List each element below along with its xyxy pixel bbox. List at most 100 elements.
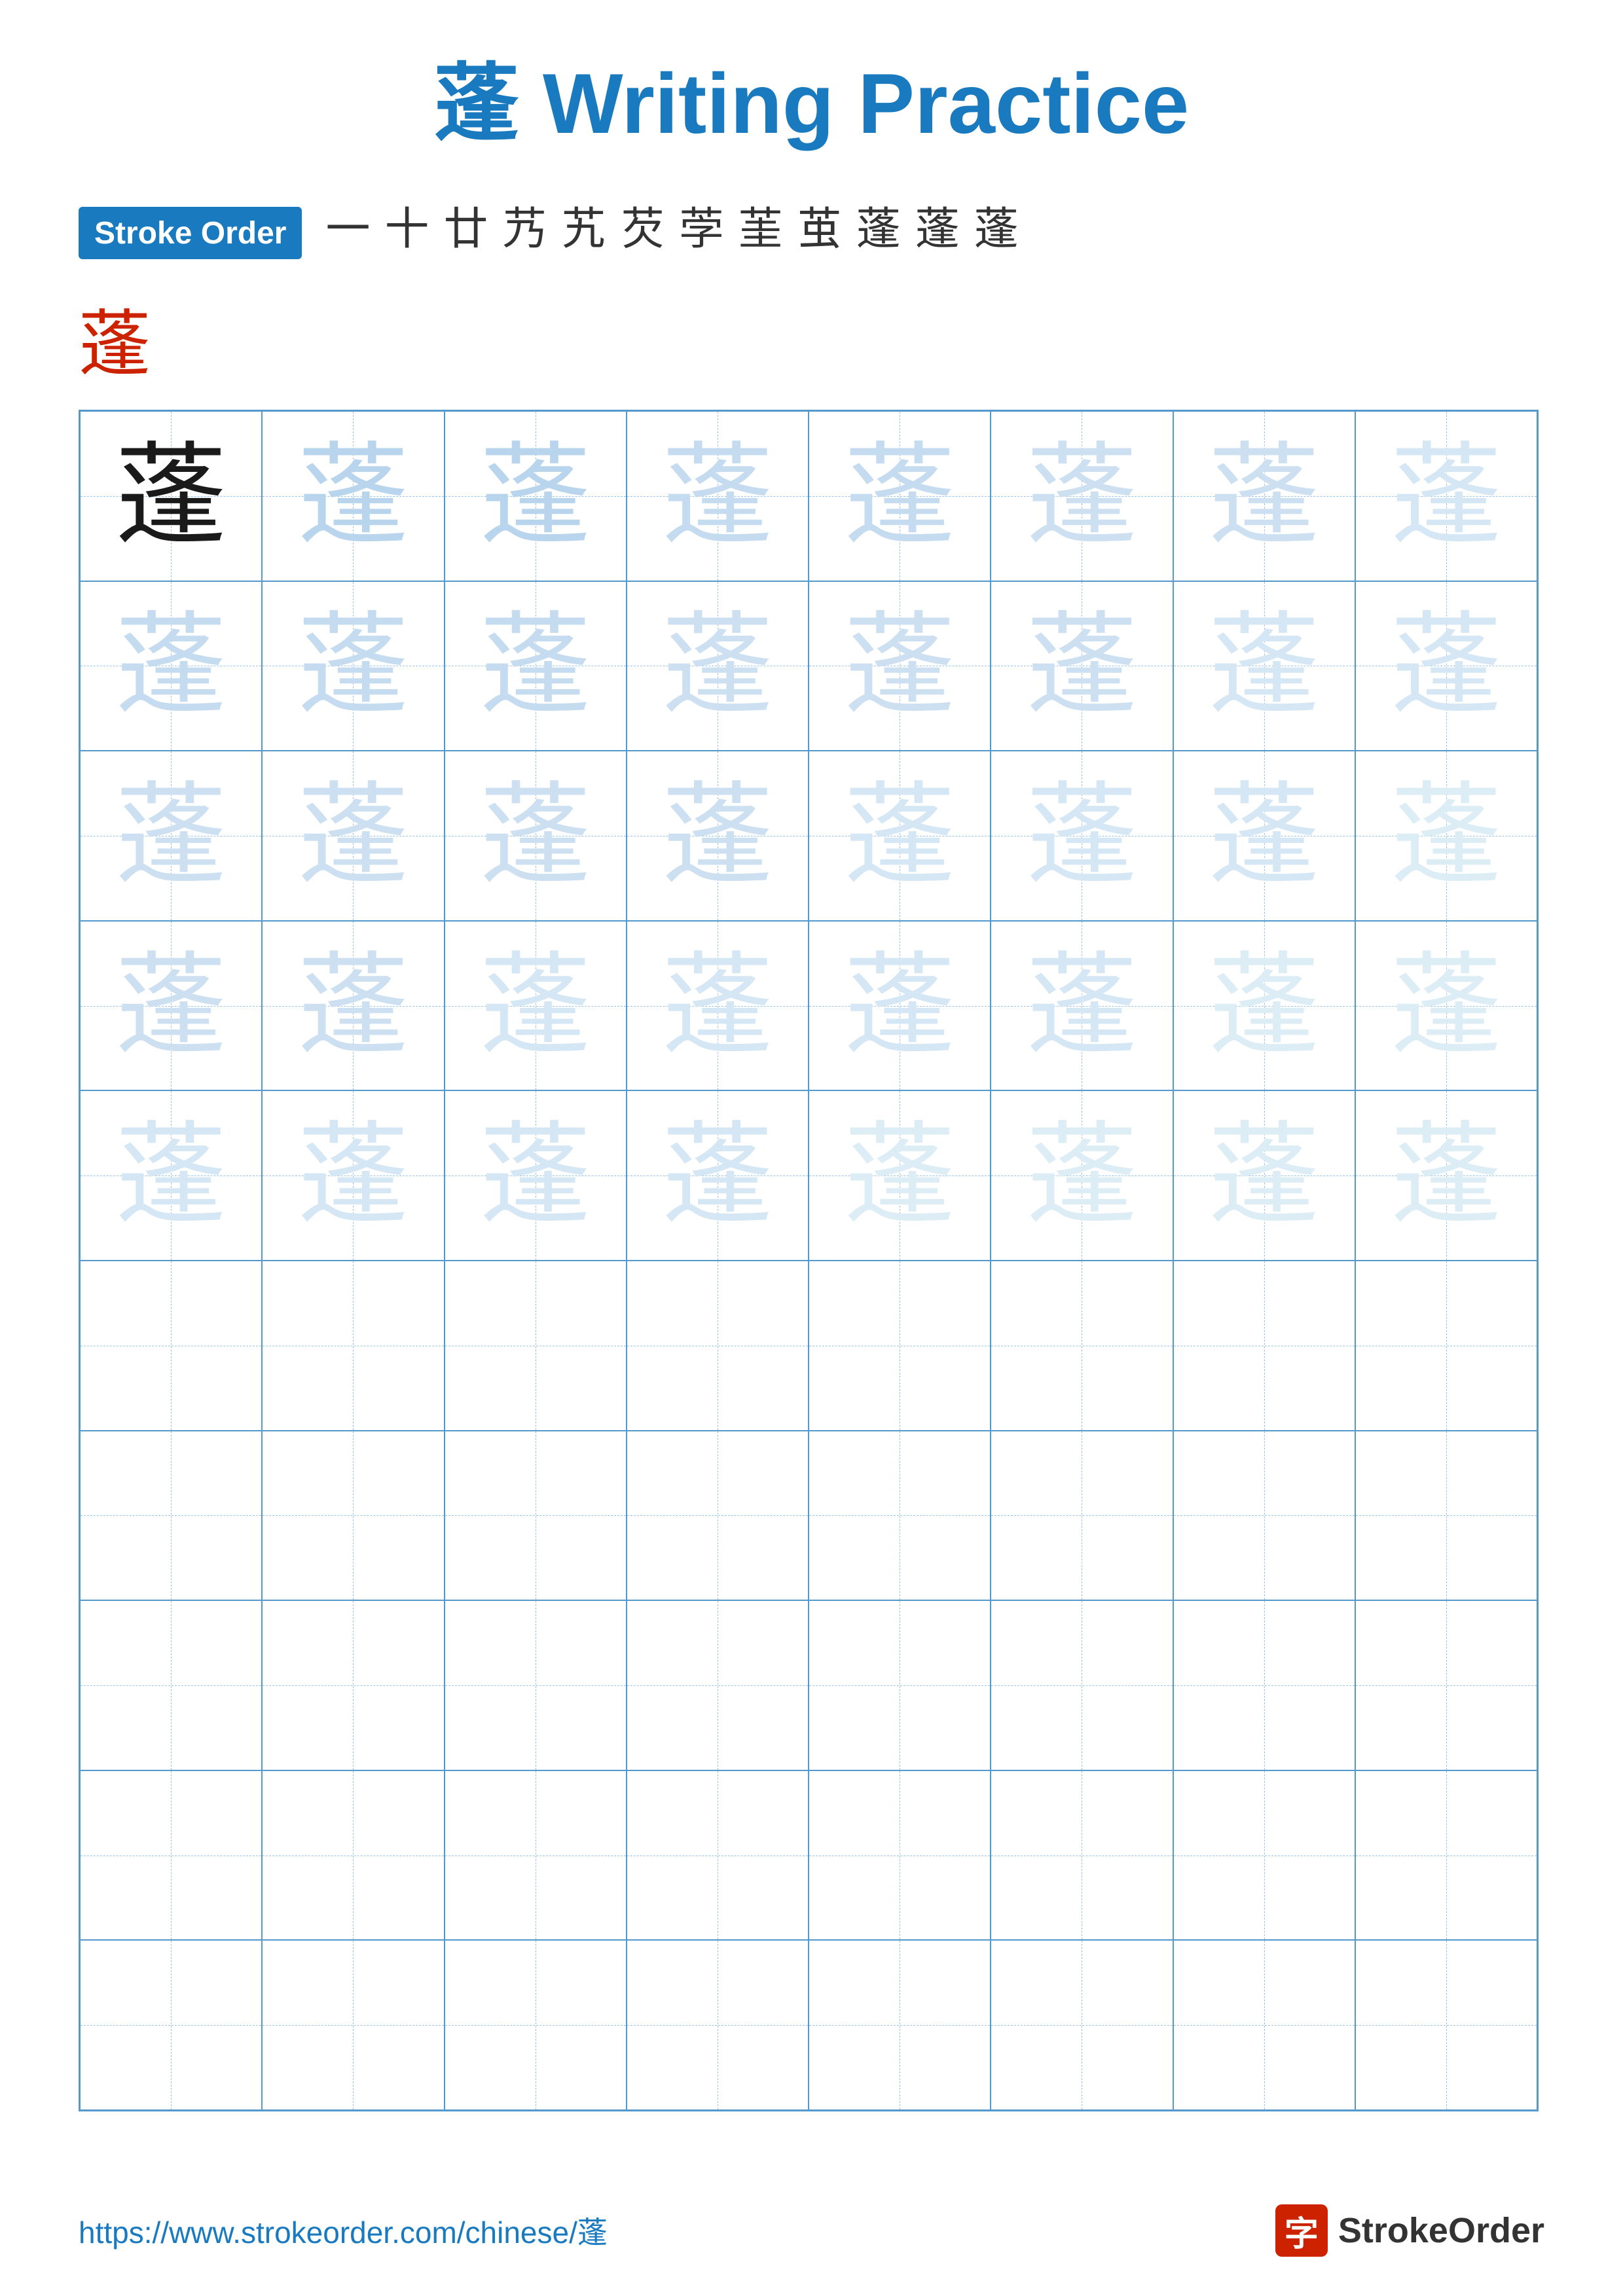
grid-cell-r5-c5[interactable]: 蓬 <box>809 1090 991 1261</box>
grid-cell-r3-c5[interactable]: 蓬 <box>809 751 991 921</box>
grid-cell-r7-c2[interactable] <box>262 1431 444 1601</box>
grid-cell-r10-c7[interactable] <box>1173 1940 1355 2110</box>
practice-char: 蓬 <box>115 1120 227 1231</box>
stroke-sequence: 一 十 廿 艿 艽 芡 茡 茥 茧 蓬 蓬 蓬 <box>321 207 1022 251</box>
grid-cell-r4-c7[interactable]: 蓬 <box>1173 921 1355 1091</box>
grid-cell-r1-c4[interactable]: 蓬 <box>627 411 809 581</box>
stroke-seq-6: 芡 <box>621 207 665 251</box>
grid-cell-r7-c5[interactable] <box>809 1431 991 1601</box>
stroke-seq-11: 蓬 <box>915 207 960 251</box>
grid-cell-r10-c4[interactable] <box>627 1940 809 2110</box>
grid-cell-r9-c7[interactable] <box>1173 1770 1355 1941</box>
grid-cell-r3-c8[interactable]: 蓬 <box>1355 751 1537 921</box>
practice-char: 蓬 <box>1026 950 1137 1062</box>
grid-cell-r3-c3[interactable]: 蓬 <box>445 751 627 921</box>
grid-cell-r1-c2[interactable]: 蓬 <box>262 411 444 581</box>
practice-char: 蓬 <box>297 440 409 552</box>
grid-cell-r4-c1[interactable]: 蓬 <box>80 921 262 1091</box>
grid-cell-r1-c8[interactable]: 蓬 <box>1355 411 1537 581</box>
grid-cell-r2-c5[interactable]: 蓬 <box>809 581 991 751</box>
grid-cell-r4-c6[interactable]: 蓬 <box>991 921 1173 1091</box>
grid-cell-r9-c1[interactable] <box>80 1770 262 1941</box>
grid-cell-r1-c1[interactable]: 蓬 <box>80 411 262 581</box>
grid-cell-r4-c2[interactable]: 蓬 <box>262 921 444 1091</box>
grid-cell-r4-c8[interactable]: 蓬 <box>1355 921 1537 1091</box>
grid-cell-r7-c8[interactable] <box>1355 1431 1537 1601</box>
practice-char: 蓬 <box>662 1120 773 1231</box>
practice-char: 蓬 <box>844 610 955 721</box>
grid-cell-r10-c5[interactable] <box>809 1940 991 2110</box>
practice-char: 蓬 <box>1026 440 1137 552</box>
grid-cell-r5-c2[interactable]: 蓬 <box>262 1090 444 1261</box>
stroke-order-badge: Stroke Order <box>79 207 302 259</box>
grid-cell-r9-c8[interactable] <box>1355 1770 1537 1941</box>
grid-cell-r6-c3[interactable] <box>445 1261 627 1431</box>
grid-cell-r2-c8[interactable]: 蓬 <box>1355 581 1537 751</box>
grid-cell-r5-c4[interactable]: 蓬 <box>627 1090 809 1261</box>
grid-cell-r8-c6[interactable] <box>991 1600 1173 1770</box>
grid-cell-r2-c6[interactable]: 蓬 <box>991 581 1173 751</box>
practice-char: 蓬 <box>844 950 955 1062</box>
grid-cell-r4-c5[interactable]: 蓬 <box>809 921 991 1091</box>
grid-cell-r3-c1[interactable]: 蓬 <box>80 751 262 921</box>
grid-cell-r8-c5[interactable] <box>809 1600 991 1770</box>
grid-cell-r6-c4[interactable] <box>627 1261 809 1431</box>
grid-cell-r8-c2[interactable] <box>262 1600 444 1770</box>
grid-cell-r5-c8[interactable]: 蓬 <box>1355 1090 1537 1261</box>
grid-cell-r3-c4[interactable]: 蓬 <box>627 751 809 921</box>
grid-cell-r8-c8[interactable] <box>1355 1600 1537 1770</box>
stroke-seq-9: 茧 <box>797 207 842 251</box>
grid-cell-r7-c4[interactable] <box>627 1431 809 1601</box>
grid-cell-r1-c5[interactable]: 蓬 <box>809 411 991 581</box>
grid-cell-r8-c4[interactable] <box>627 1600 809 1770</box>
grid-cell-r6-c7[interactable] <box>1173 1261 1355 1431</box>
footer-logo-icon: 字 <box>1275 2204 1328 2257</box>
grid-cell-r5-c1[interactable]: 蓬 <box>80 1090 262 1261</box>
grid-cell-r5-c3[interactable]: 蓬 <box>445 1090 627 1261</box>
grid-cell-r7-c1[interactable] <box>80 1431 262 1601</box>
grid-cell-r6-c5[interactable] <box>809 1261 991 1431</box>
grid-cell-r7-c7[interactable] <box>1173 1431 1355 1601</box>
grid-cell-r5-c7[interactable]: 蓬 <box>1173 1090 1355 1261</box>
footer-url[interactable]: https://www.strokeorder.com/chinese/蓬 <box>79 2209 608 2252</box>
writing-grid[interactable]: 蓬 蓬 蓬 蓬 蓬 蓬 蓬 蓬 蓬 蓬 蓬 <box>79 410 1539 2111</box>
practice-char: 蓬 <box>662 780 773 891</box>
stroke-seq-8: 茥 <box>739 207 783 251</box>
grid-cell-r2-c7[interactable]: 蓬 <box>1173 581 1355 751</box>
grid-cell-r2-c2[interactable]: 蓬 <box>262 581 444 751</box>
grid-cell-r2-c4[interactable]: 蓬 <box>627 581 809 751</box>
grid-cell-r1-c7[interactable]: 蓬 <box>1173 411 1355 581</box>
footer-logo: 字 StrokeOrder <box>1275 2204 1544 2257</box>
grid-cell-r3-c7[interactable]: 蓬 <box>1173 751 1355 921</box>
grid-cell-r10-c2[interactable] <box>262 1940 444 2110</box>
grid-cell-r5-c6[interactable]: 蓬 <box>991 1090 1173 1261</box>
grid-cell-r10-c3[interactable] <box>445 1940 627 2110</box>
grid-cell-r8-c3[interactable] <box>445 1600 627 1770</box>
grid-cell-r7-c3[interactable] <box>445 1431 627 1601</box>
grid-cell-r6-c6[interactable] <box>991 1261 1173 1431</box>
grid-cell-r3-c6[interactable]: 蓬 <box>991 751 1173 921</box>
grid-cell-r6-c8[interactable] <box>1355 1261 1537 1431</box>
grid-cell-r1-c6[interactable]: 蓬 <box>991 411 1173 581</box>
grid-cell-r9-c5[interactable] <box>809 1770 991 1941</box>
grid-cell-r9-c4[interactable] <box>627 1770 809 1941</box>
practice-char: 蓬 <box>1391 780 1502 891</box>
grid-cell-r9-c2[interactable] <box>262 1770 444 1941</box>
grid-cell-r9-c3[interactable] <box>445 1770 627 1941</box>
grid-cell-r10-c6[interactable] <box>991 1940 1173 2110</box>
grid-cell-r6-c2[interactable] <box>262 1261 444 1431</box>
grid-cell-r2-c1[interactable]: 蓬 <box>80 581 262 751</box>
grid-cell-r7-c6[interactable] <box>991 1431 1173 1601</box>
grid-cell-r8-c7[interactable] <box>1173 1600 1355 1770</box>
grid-cell-r9-c6[interactable] <box>991 1770 1173 1941</box>
grid-cell-r2-c3[interactable]: 蓬 <box>445 581 627 751</box>
grid-cell-r4-c3[interactable]: 蓬 <box>445 921 627 1091</box>
grid-cell-r4-c4[interactable]: 蓬 <box>627 921 809 1091</box>
practice-char: 蓬 <box>297 610 409 721</box>
grid-cell-r6-c1[interactable] <box>80 1261 262 1431</box>
grid-cell-r8-c1[interactable] <box>80 1600 262 1770</box>
grid-cell-r3-c2[interactable]: 蓬 <box>262 751 444 921</box>
grid-cell-r10-c8[interactable] <box>1355 1940 1537 2110</box>
grid-cell-r1-c3[interactable]: 蓬 <box>445 411 627 581</box>
grid-cell-r10-c1[interactable] <box>80 1940 262 2110</box>
